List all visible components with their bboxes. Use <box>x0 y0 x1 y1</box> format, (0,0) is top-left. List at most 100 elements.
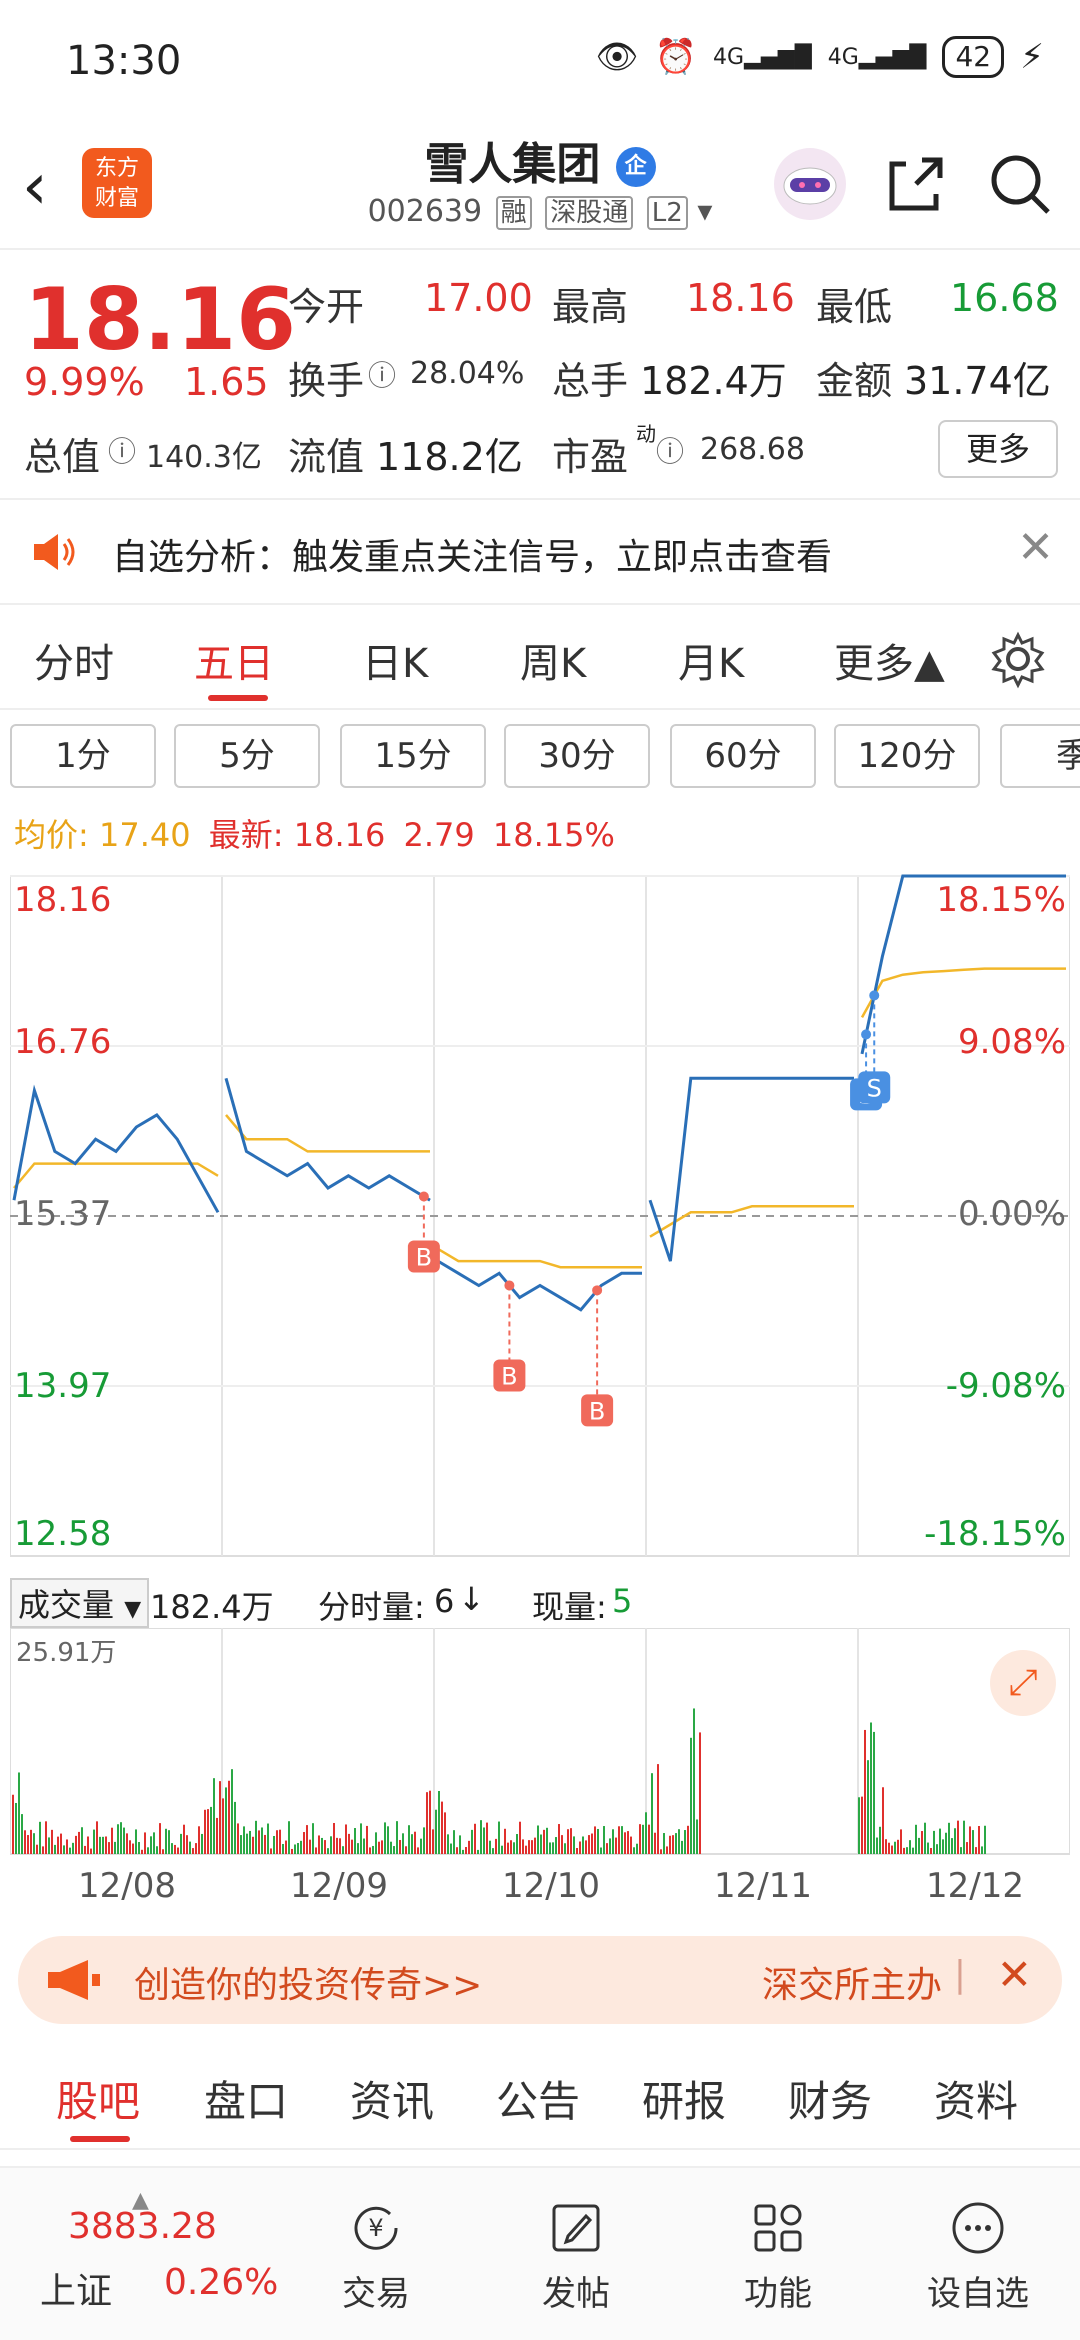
volume-bar <box>483 1827 485 1854</box>
volume-bar <box>36 1844 38 1854</box>
volume-bar <box>162 1849 164 1854</box>
volume-bar <box>879 1826 881 1854</box>
volume-bar <box>192 1848 194 1854</box>
volume-bar <box>342 1846 344 1854</box>
banner-text: 创造你的投资传奇>> <box>134 1965 483 2006</box>
tab-daily-k[interactable]: 日K <box>362 631 428 689</box>
volume-bar <box>378 1841 380 1854</box>
nav-add-watchlist[interactable]: 设自选 <box>908 2198 1048 2315</box>
nav-post[interactable]: 发帖 <box>506 2198 646 2315</box>
y-tick-right-0: 18.15% <box>936 880 1066 920</box>
x-tick-0: 12/08 <box>78 1866 176 1906</box>
period-15m[interactable]: 15分 <box>340 724 486 788</box>
volume-bar <box>507 1842 509 1854</box>
volume-bar <box>948 1822 950 1854</box>
volume-bar <box>264 1834 266 1854</box>
volume-bar <box>960 1847 962 1854</box>
volume-bar <box>105 1836 107 1854</box>
volume-bar <box>159 1823 161 1854</box>
price-chart[interactable]: BBBSS 18.16 16.76 15.37 13.97 12.58 18.1… <box>9 866 1071 1566</box>
volume-bar <box>207 1809 209 1854</box>
volume-bar <box>237 1823 239 1854</box>
volume-bar <box>273 1835 275 1854</box>
volume-bar <box>495 1838 497 1854</box>
nav-trade[interactable]: ¥ 交易 <box>306 2198 446 2315</box>
close-icon[interactable]: ✕ <box>997 1950 1032 1999</box>
volume-bar <box>549 1842 551 1854</box>
volume-bar <box>30 1829 32 1854</box>
search-icon[interactable] <box>980 144 1060 224</box>
volume-bar <box>582 1836 584 1854</box>
volume-bar <box>213 1778 215 1854</box>
tab-fenshi[interactable]: 分时 <box>34 631 114 689</box>
volume-bar <box>522 1839 524 1854</box>
volume-chart[interactable]: 25.91万 ⤢ <box>9 1627 1071 1858</box>
info-icon[interactable]: ⓘ <box>368 354 396 394</box>
volume-bar <box>612 1829 614 1854</box>
period-30m[interactable]: 30分 <box>504 724 650 788</box>
gear-icon[interactable] <box>988 629 1048 689</box>
tab-monthly-k[interactable]: 月K <box>678 631 744 689</box>
tab-news[interactable]: 资讯 <box>350 2068 434 2129</box>
robot-assistant-icon[interactable] <box>770 144 850 224</box>
tab-weekly-k[interactable]: 周K <box>520 631 586 689</box>
expand-icon[interactable]: ⤢ <box>990 1650 1056 1716</box>
volume-bar <box>858 1797 860 1854</box>
period-quarter[interactable]: 季 <box>1000 724 1080 788</box>
y-tick-left-0: 18.16 <box>14 880 112 920</box>
volume-bar <box>459 1835 461 1854</box>
price-chart-svg: BBBSS <box>9 874 1071 1557</box>
period-5m[interactable]: 5分 <box>174 724 320 788</box>
volume-bar <box>258 1830 260 1854</box>
nav-functions[interactable]: 功能 <box>708 2198 848 2315</box>
tab-pankou[interactable]: 盘口 <box>204 2068 288 2129</box>
tab-research[interactable]: 研报 <box>642 2068 726 2129</box>
tab-announcements[interactable]: 公告 <box>496 2068 580 2129</box>
volume-bar <box>423 1827 425 1854</box>
analysis-notice[interactable]: 自选分析：触发重点关注信号，立即点击查看 ✕ <box>0 500 1080 605</box>
volume-bar <box>909 1840 911 1854</box>
volume-bar <box>363 1838 365 1854</box>
volume-bar <box>66 1839 68 1854</box>
promo-banner[interactable]: 创造你的投资传奇>> 深交所主办 | ✕ <box>18 1936 1062 2024</box>
volume-bar <box>303 1832 305 1854</box>
float-value: 118.2亿 <box>376 435 523 479</box>
volume-bar <box>180 1833 182 1854</box>
period-120m[interactable]: 120分 <box>834 724 980 788</box>
clock: 13:30 <box>66 38 182 84</box>
latest-change: 2.79 <box>403 816 475 854</box>
volume-bar <box>312 1823 314 1854</box>
volume-bar <box>306 1825 308 1854</box>
pe-value: 268.68 <box>700 432 805 467</box>
volume-bar <box>393 1846 395 1854</box>
tab-more[interactable]: 更多▲ <box>834 631 945 689</box>
volume-bar <box>141 1849 143 1854</box>
volume-indicator-select[interactable]: 成交量 ▼ <box>10 1578 150 1628</box>
volume-bar <box>654 1832 656 1854</box>
volume-bar <box>966 1842 968 1854</box>
volume-bar <box>270 1848 272 1854</box>
volume-bar <box>288 1821 290 1854</box>
share-icon[interactable] <box>876 144 956 224</box>
tab-profile[interactable]: 资料 <box>934 2068 1018 2129</box>
close-icon[interactable]: ✕ <box>1017 522 1054 573</box>
period-1m[interactable]: 1分 <box>10 724 156 788</box>
volume-bar <box>138 1841 140 1854</box>
volume-bar <box>603 1826 605 1854</box>
tab-guba[interactable]: 股吧 <box>56 2068 140 2129</box>
volume-bar <box>420 1838 422 1854</box>
volume-bar <box>573 1836 575 1854</box>
active-tab-indicator <box>208 695 268 701</box>
period-60m[interactable]: 60分 <box>670 724 816 788</box>
volume-bar <box>246 1833 248 1854</box>
volume-bar <box>321 1837 323 1854</box>
index-pct: 0.26% <box>164 2262 279 2303</box>
info-icon[interactable]: ⓘ <box>108 430 136 470</box>
tab-finance[interactable]: 财务 <box>788 2068 872 2129</box>
info-icon[interactable]: ⓘ <box>656 430 684 470</box>
volume-bar <box>630 1836 632 1854</box>
more-button[interactable]: 更多 <box>938 420 1058 478</box>
tab-5day[interactable]: 五日 <box>194 631 274 689</box>
volume-bar <box>27 1835 29 1854</box>
volume-bar <box>417 1847 419 1854</box>
